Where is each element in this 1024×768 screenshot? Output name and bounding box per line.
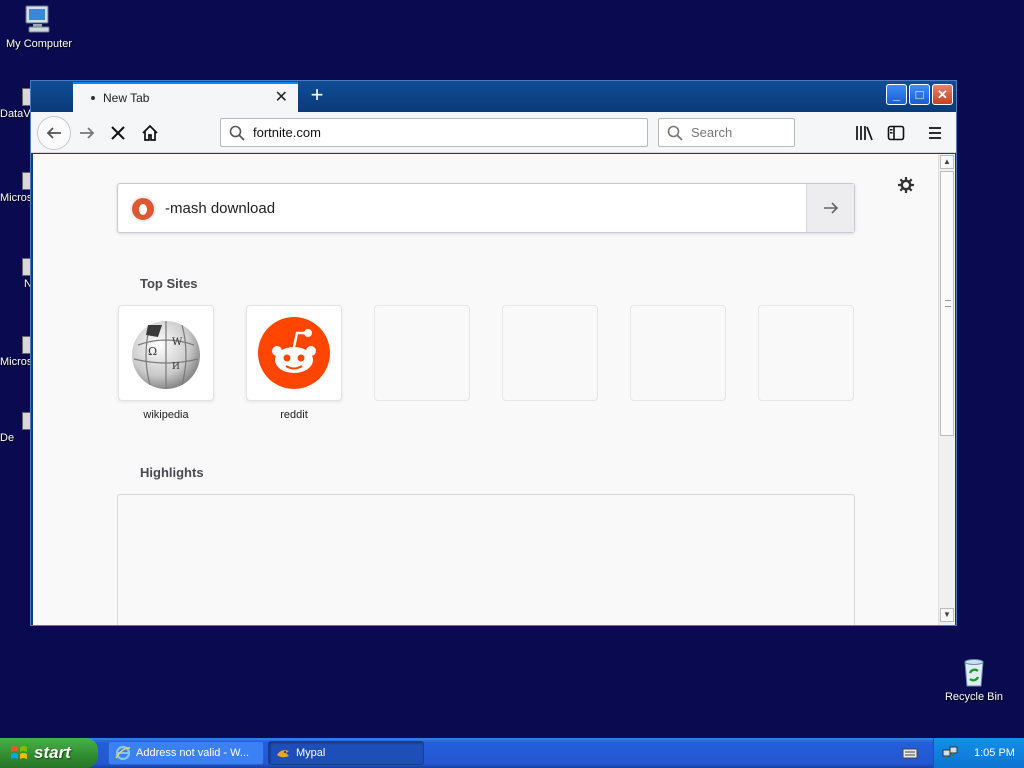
forward-button[interactable] (72, 118, 102, 148)
search-submit-button[interactable] (806, 184, 854, 232)
top-site-tile[interactable] (246, 305, 342, 401)
wikipedia-globe-icon: Ω W И (132, 321, 200, 389)
back-arrow-icon (46, 127, 61, 139)
forward-arrow-icon (80, 127, 95, 139)
search-placeholder: Search (691, 125, 733, 140)
taskbar: start Address not valid - W... Mypal 1:0… (0, 738, 1024, 768)
desktop-icon-label: De (0, 432, 15, 444)
search-field[interactable]: Search (658, 118, 795, 147)
address-bar[interactable]: fortnite.com (220, 118, 648, 147)
taskbar-item-mypal[interactable]: Mypal (268, 741, 424, 765)
top-site-tile[interactable]: Ω W И (118, 305, 214, 401)
top-site-label: wikipedia (143, 409, 189, 421)
recycle-bin-desktop-icon[interactable]: Recycle Bin (934, 656, 1014, 703)
hamburger-menu-icon (929, 127, 941, 139)
network-icon[interactable] (942, 745, 958, 761)
svg-text:И: И (172, 362, 180, 372)
new-tab-page: -mash download Top Sites Ω W И wikipedia… (33, 154, 938, 625)
top-site-empty-tile (630, 305, 726, 401)
library-icon (856, 126, 873, 141)
top-site-empty-tile (502, 305, 598, 401)
desktop-icon-micros-c[interactable]: Micros C+ (0, 172, 34, 204)
scroll-thumb[interactable] (940, 171, 954, 436)
desktop-icon-de[interactable]: De (0, 412, 34, 444)
tab-new-tab[interactable]: New Tab ✕ (73, 82, 298, 112)
start-label: start (34, 743, 71, 762)
recycle-bin-label: Recycle Bin (944, 691, 1004, 703)
desktop-icon-n[interactable]: N (0, 258, 34, 290)
address-bar-url: fortnite.com (253, 125, 321, 140)
reddit-alien-icon (258, 317, 330, 389)
mypal-app-icon (277, 750, 289, 758)
computer-icon (25, 5, 50, 33)
desktop-icon-label: N (24, 278, 32, 290)
internet-explorer-icon (115, 745, 131, 761)
gear-icon[interactable] (897, 176, 915, 194)
taskbar-item-address-not-valid[interactable]: Address not valid - W... (108, 741, 264, 765)
highlights-heading: Highlights (140, 465, 204, 480)
tab-strip: New Tab ✕ + _ □ ✕ (31, 81, 956, 112)
top-site-empty-tile (758, 305, 854, 401)
tab-title: New Tab (103, 91, 150, 105)
web-search-box[interactable]: -mash download (117, 183, 855, 233)
search-icon (667, 125, 683, 141)
scroll-down-button[interactable]: ▼ (940, 608, 954, 622)
my-computer-label: My Computer (5, 38, 73, 50)
search-icon (229, 125, 245, 141)
recycle-bin-icon (964, 659, 984, 687)
top-site-empty (630, 305, 726, 401)
top-site-empty (758, 305, 854, 401)
new-tab-button[interactable]: + (305, 84, 329, 108)
vertical-scrollbar[interactable]: ▲ ▼ (938, 154, 955, 625)
home-button[interactable] (135, 118, 165, 148)
sidebar-icon (887, 125, 905, 141)
desktop-icon-micros-ba[interactable]: Micros Ba (0, 336, 34, 368)
my-computer-desktop-icon[interactable]: My Computer (0, 3, 79, 50)
svg-text:Ω: Ω (148, 345, 157, 358)
desktop-icon-label: Micros C+ (0, 192, 34, 204)
clock[interactable]: 1:05 PM (974, 747, 1015, 759)
top-site-empty (502, 305, 598, 401)
minimize-button[interactable]: _ (886, 84, 907, 105)
keyboard-icon[interactable] (902, 746, 918, 760)
top-site-reddit[interactable]: reddit (246, 305, 342, 421)
close-window-button[interactable]: ✕ (932, 84, 953, 105)
stop-button[interactable] (103, 118, 133, 148)
web-search-query: -mash download (165, 200, 276, 217)
home-icon (142, 124, 158, 141)
desktop-icon-label: Micros Ba (0, 356, 34, 368)
taskbar-item-label: Mypal (296, 747, 326, 759)
highlights-panel (117, 494, 855, 625)
top-sites-heading: Top Sites (140, 276, 198, 291)
top-site-wikipedia[interactable]: Ω W И wikipedia (118, 305, 214, 421)
scroll-grip (945, 300, 951, 307)
windows-flag-icon (11, 746, 27, 759)
menu-button[interactable] (920, 118, 950, 148)
maximize-button[interactable]: □ (909, 84, 930, 105)
tab-loading-dot (91, 96, 95, 100)
back-button[interactable] (37, 116, 71, 150)
sidebar-button[interactable] (881, 118, 911, 148)
navigation-toolbar: fortnite.com Search (31, 112, 956, 153)
library-button[interactable] (849, 118, 879, 148)
svg-text:W: W (172, 337, 183, 348)
arrow-right-icon (823, 202, 838, 214)
scroll-up-button[interactable]: ▲ (940, 155, 954, 169)
stop-x-icon (111, 126, 125, 140)
top-site-empty (374, 305, 470, 401)
tab-close-icon[interactable]: ✕ (275, 90, 288, 106)
system-tray: 1:05 PM (933, 738, 1024, 768)
browser-window: New Tab ✕ + _ □ ✕ fortnite.com Search -m… (30, 80, 957, 626)
taskbar-item-label: Address not valid - W... (136, 747, 250, 759)
top-site-empty-tile (374, 305, 470, 401)
top-site-label: reddit (280, 409, 308, 421)
desktop-icon-datav[interactable]: DataV (0, 88, 34, 120)
desktop-icon-label: DataV (0, 108, 31, 120)
duckduckgo-logo-icon (130, 196, 156, 222)
start-button[interactable]: start (0, 738, 98, 768)
